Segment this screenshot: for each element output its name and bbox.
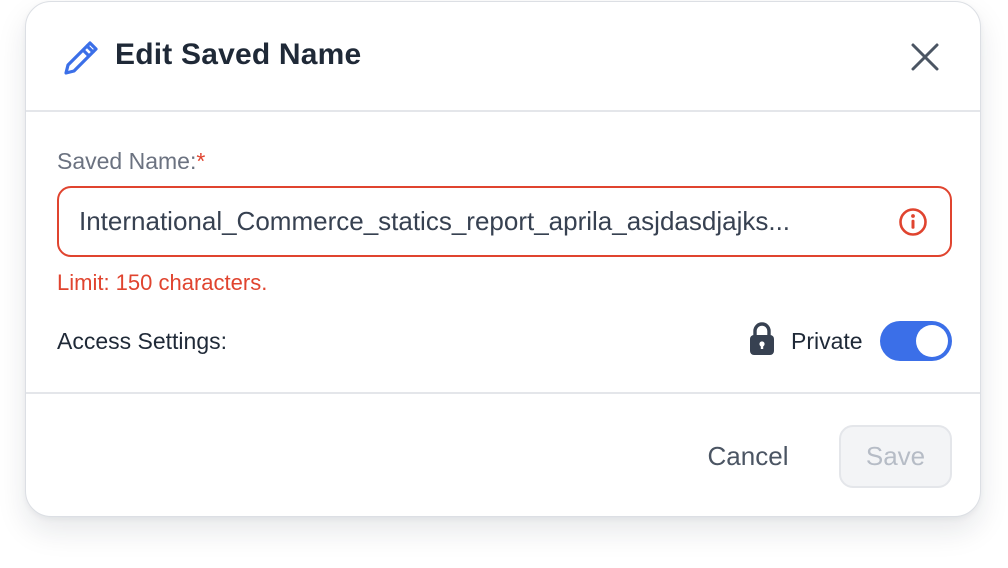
error-message: Limit: 150 characters. [57,270,268,295]
saved-name-label: Saved Name:* [57,148,205,175]
save-button[interactable]: Save [839,425,952,488]
dialog-title: Edit Saved Name [115,38,362,71]
toggle-knob [916,325,948,357]
cancel-button[interactable]: Cancel [686,424,810,488]
private-label: Private [791,328,863,354]
saved-name-field [57,186,952,257]
saved-name-input[interactable] [79,188,889,255]
access-settings-label: Access Settings: [57,328,228,354]
dialog-header: Edit Saved Name [26,2,980,112]
lock-icon [750,322,774,355]
info-circle-icon [899,208,927,236]
dialog-body: Saved Name:* Limit: 150 characters. Acce… [26,112,980,394]
close-icon[interactable] [908,40,942,74]
saved-name-label-text: Saved Name: [57,148,197,174]
private-toggle[interactable] [880,321,952,361]
edit-saved-name-dialog: Edit Saved Name Saved Name:* Limit: 150 … [25,1,981,517]
pencil-icon [64,41,98,75]
required-marker: * [196,148,206,174]
